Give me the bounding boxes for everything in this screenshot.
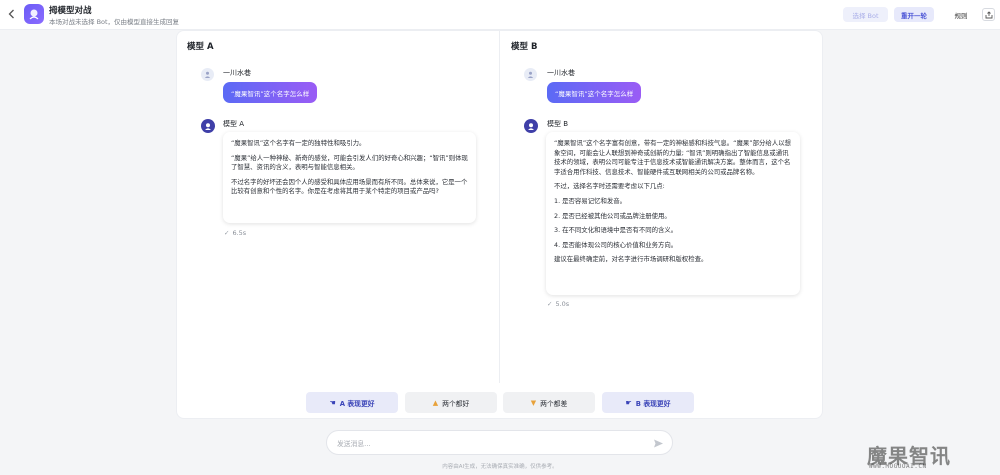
list-item: 4. 是否能体现公司的核心价值和业务方向。 bbox=[554, 240, 678, 249]
watermark-url: WWW.MOGUOAI.CN bbox=[869, 463, 927, 470]
panel-a-title: 模型 A bbox=[187, 42, 214, 52]
check-icon: ✓ bbox=[547, 300, 553, 308]
response-paragraph: “魔果智讯”这个名字富有创意，带有一定的神秘感和科技气息。“魔果”部分给人以想象… bbox=[554, 139, 791, 176]
bot-name: 模型 A bbox=[223, 120, 245, 128]
back-arrow-icon[interactable] bbox=[6, 8, 18, 20]
top-header: 拇模型对战 本场对战未选择 Bot，仅由模型直接生成回复 选择 Bot 重开一轮… bbox=[0, 0, 1000, 30]
list-item: 3. 在不同文化和语境中是否有不同的含义。 bbox=[554, 226, 678, 235]
response-time-a: ✓ 6.5s bbox=[224, 229, 247, 237]
panel-divider bbox=[499, 31, 500, 383]
send-icon[interactable] bbox=[653, 438, 664, 449]
message-input-box bbox=[326, 430, 673, 455]
response-paragraph: 不过名字的好坏还会因个人的感受和具体应用场景而有所不同。总体来说，它是一个比较有… bbox=[231, 177, 468, 196]
bot-response-b: “魔果智讯”这个名字富有创意，带有一定的神秘感和科技气息。“魔果”部分给人以想象… bbox=[546, 132, 800, 295]
user-message: “魔果智讯”这个名字怎么样 bbox=[223, 82, 318, 103]
app-logo bbox=[24, 4, 44, 24]
thumbs-up-icon: ▲ bbox=[432, 398, 439, 407]
thumb-right-icon: ☛ bbox=[625, 398, 632, 407]
rules-button[interactable]: 规则 bbox=[948, 7, 974, 22]
bot-avatar-icon bbox=[201, 119, 215, 133]
response-paragraph: 不过，选择名字时还需要考虑以下几点: bbox=[554, 182, 665, 191]
user-name: 一川水巷 bbox=[547, 69, 575, 77]
watermark-logo: 魔果智讯 WWW.MOGUOAI.CN bbox=[867, 440, 997, 472]
response-paragraph: “魔果”给人一种神秘、新奇的感觉，可能会引发人们的好奇心和兴趣；“智讯”则体现了… bbox=[231, 153, 468, 172]
page-title: 拇模型对战 bbox=[49, 6, 92, 16]
vote-b-better-button[interactable]: ☛ B 表现更好 bbox=[602, 392, 694, 413]
check-icon: ✓ bbox=[224, 229, 230, 237]
list-item: 2. 是否已经被其他公司或品牌注册使用。 bbox=[554, 211, 671, 220]
bot-avatar-icon bbox=[524, 119, 538, 133]
select-bot-button[interactable]: 选择 Bot bbox=[843, 7, 888, 22]
response-paragraph: 建议在最终确定前，对名字进行市场调研和版权检查。 bbox=[554, 255, 708, 264]
list-item: 1. 是否容易记忆和发音。 bbox=[554, 196, 627, 205]
vote-a-better-button[interactable]: ☚ A 表现更好 bbox=[306, 392, 398, 413]
user-avatar-icon bbox=[524, 68, 537, 81]
panel-b-title: 模型 B bbox=[511, 42, 538, 52]
vote-both-bad-button[interactable]: ▼ 两个都差 bbox=[503, 392, 595, 413]
thumb-left-icon: ☚ bbox=[329, 398, 336, 407]
battle-arena: 模型 A 一川水巷 “魔果智讯”这个名字怎么样 模型 A “魔果智讯”这个名字有… bbox=[176, 30, 823, 419]
message-input[interactable] bbox=[337, 437, 637, 450]
page-subtitle: 本场对战未选择 Bot，仅由模型直接生成回复 bbox=[49, 18, 180, 26]
user-message: “魔果智讯”这个名字怎么样 bbox=[547, 82, 642, 103]
bot-name: 模型 B bbox=[547, 120, 569, 128]
ai-disclaimer: 内容由AI生成，无法确保真实准确，仅供参考。 bbox=[442, 464, 558, 470]
bot-response-a: “魔果智讯”这个名字有一定的独特性和吸引力。 “魔果”给人一种神秘、新奇的感觉，… bbox=[223, 132, 476, 223]
restart-round-button[interactable]: 重开一轮 bbox=[894, 7, 934, 22]
share-icon[interactable] bbox=[982, 8, 995, 21]
response-paragraph: “魔果智讯”这个名字有一定的独特性和吸引力。 bbox=[231, 139, 366, 147]
user-name: 一川水巷 bbox=[223, 69, 251, 77]
response-time-b: ✓ 5.0s bbox=[547, 300, 570, 308]
user-avatar-icon bbox=[201, 68, 214, 81]
thumbs-down-icon: ▼ bbox=[530, 398, 537, 407]
vote-both-good-button[interactable]: ▲ 两个都好 bbox=[405, 392, 497, 413]
